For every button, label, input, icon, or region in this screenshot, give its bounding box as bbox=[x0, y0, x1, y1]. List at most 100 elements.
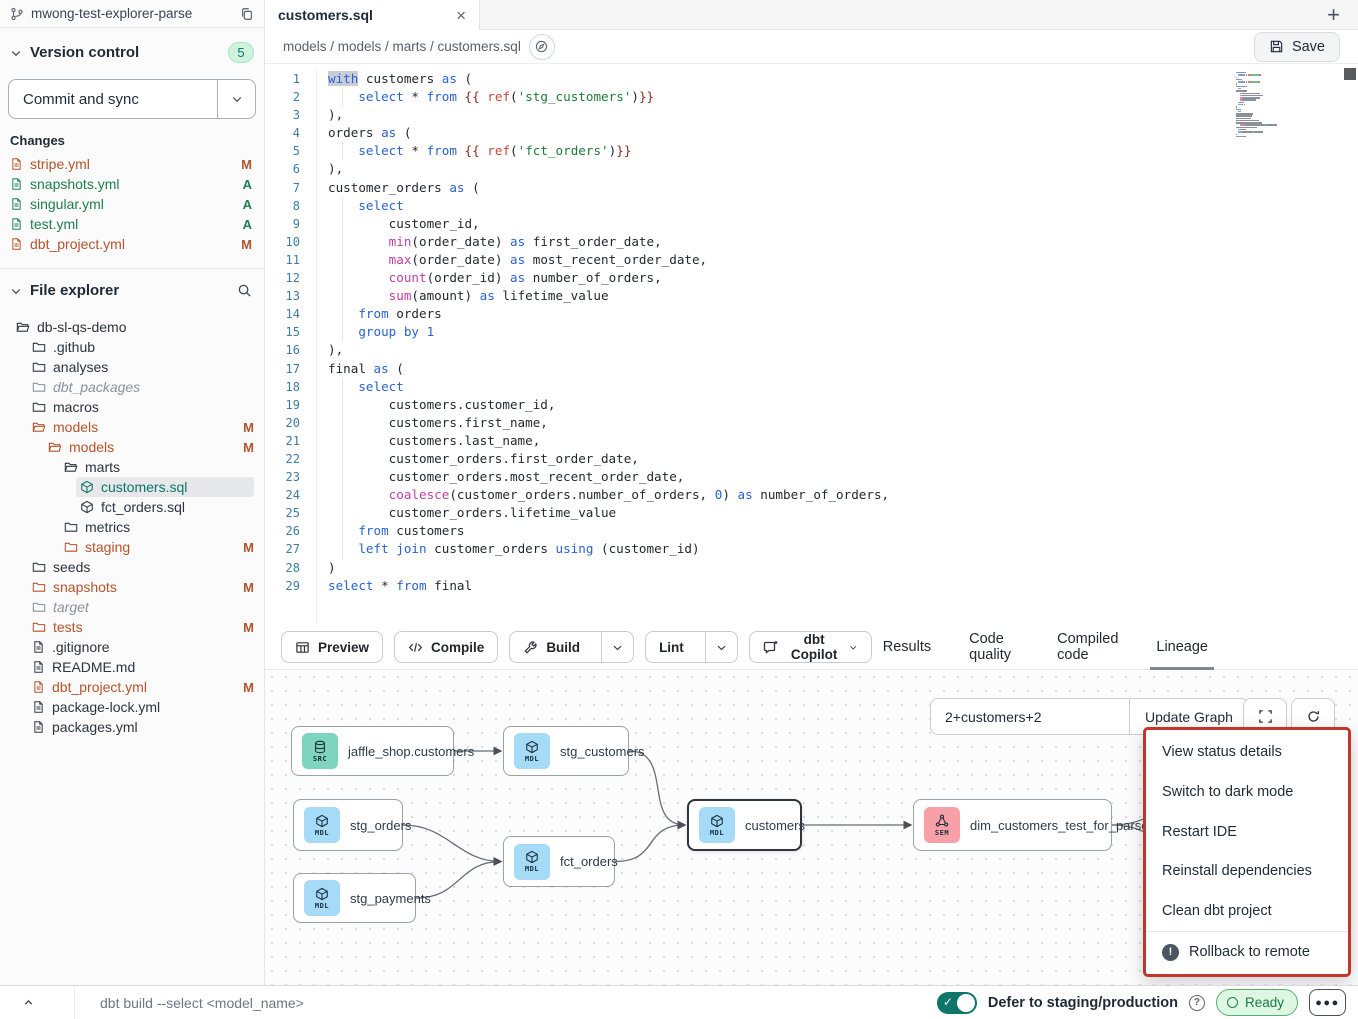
code-line[interactable]: customers.last_name, bbox=[328, 432, 1358, 450]
code-line[interactable]: customer_orders.first_order_date, bbox=[328, 450, 1358, 468]
tab-code-quality[interactable]: Code quality bbox=[969, 625, 1019, 669]
tree-item-seeds[interactable]: seeds bbox=[0, 557, 264, 577]
tree-item-package-lock-yml[interactable]: package-lock.yml bbox=[0, 697, 264, 717]
change-item[interactable]: dbt_project.yml M bbox=[0, 234, 264, 254]
lineage-node-stg_orders[interactable]: MDL stg_orders bbox=[293, 799, 403, 851]
lint-button-main[interactable]: Lint bbox=[646, 632, 697, 662]
lint-dropdown-chevron[interactable] bbox=[705, 632, 737, 662]
code-line[interactable]: from orders bbox=[328, 305, 1358, 323]
menu-item-switch-to-dark-mode[interactable]: Switch to dark mode bbox=[1146, 772, 1348, 812]
copy-icon[interactable] bbox=[240, 7, 254, 21]
new-tab-button[interactable]: + bbox=[1327, 2, 1340, 28]
lineage-node-jaffle[interactable]: SRC jaffle_shop.customers bbox=[291, 726, 454, 776]
menu-item-view-status-details[interactable]: View status details bbox=[1146, 732, 1348, 772]
tree-item-metrics[interactable]: metrics bbox=[0, 517, 264, 537]
tree-item-models[interactable]: models M bbox=[0, 437, 264, 457]
lineage-selector-input[interactable]: 2+customers+2 bbox=[931, 699, 1129, 734]
close-icon[interactable]: × bbox=[456, 7, 466, 24]
tree-item-readme-md[interactable]: README.md bbox=[0, 657, 264, 677]
code-line[interactable]: ) bbox=[328, 559, 1358, 577]
code-line[interactable]: customer_orders.most_recent_order_date, bbox=[328, 468, 1358, 486]
save-button[interactable]: Save bbox=[1254, 32, 1340, 62]
tree-item-staging[interactable]: staging M bbox=[0, 537, 264, 557]
scrollbar-thumb[interactable] bbox=[1344, 68, 1356, 80]
lineage-node-dim_customers[interactable]: SEM dim_customers_test_for_parse bbox=[913, 799, 1112, 851]
tree-item-snapshots[interactable]: snapshots M bbox=[0, 577, 264, 597]
tree-item-db-sl-qs-demo[interactable]: db-sl-qs-demo bbox=[0, 317, 264, 337]
code-area[interactable]: with customers as ( select * from {{ ref… bbox=[317, 70, 1358, 625]
tab-lineage[interactable]: Lineage bbox=[1156, 625, 1208, 669]
code-line[interactable]: select * from {{ ref('stg_customers')}} bbox=[328, 88, 1358, 106]
preview-button[interactable]: Preview bbox=[281, 631, 383, 663]
code-line[interactable]: sum(amount) as lifetime_value bbox=[328, 287, 1358, 305]
code-line[interactable]: select bbox=[328, 378, 1358, 396]
menu-item-clean-dbt-project[interactable]: Clean dbt project bbox=[1146, 891, 1348, 931]
help-icon[interactable]: ? bbox=[1189, 995, 1205, 1011]
code-line[interactable]: max(order_date) as most_recent_order_dat… bbox=[328, 251, 1358, 269]
tree-item-packages-yml[interactable]: packages.yml bbox=[0, 717, 264, 737]
change-item[interactable]: singular.yml A bbox=[0, 194, 264, 214]
tree-item-macros[interactable]: macros bbox=[0, 397, 264, 417]
code-line[interactable]: customers.first_name, bbox=[328, 414, 1358, 432]
code-line[interactable]: left join customer_orders using (custome… bbox=[328, 540, 1358, 558]
lineage-node-stg_payments[interactable]: MDL stg_payments bbox=[293, 873, 416, 923]
change-item[interactable]: snapshots.yml A bbox=[0, 174, 264, 194]
tree-item--github[interactable]: .github bbox=[0, 337, 264, 357]
lineage-node-stg_customers[interactable]: MDL stg_customers bbox=[503, 726, 629, 776]
tree-item-models[interactable]: models M bbox=[0, 417, 264, 437]
code-line[interactable]: from customers bbox=[328, 522, 1358, 540]
code-line[interactable]: ), bbox=[328, 341, 1358, 359]
code-line[interactable]: coalesce(customer_orders.number_of_order… bbox=[328, 486, 1358, 504]
code-line[interactable]: with customers as ( bbox=[328, 70, 1358, 88]
commit-dropdown-chevron[interactable] bbox=[217, 80, 255, 118]
search-icon[interactable] bbox=[237, 283, 252, 298]
tab-results[interactable]: Results bbox=[883, 625, 931, 669]
code-line[interactable]: customer_orders.lifetime_value bbox=[328, 504, 1358, 522]
compass-icon[interactable] bbox=[529, 34, 555, 60]
tab-compiled-code[interactable]: Compiled code bbox=[1057, 625, 1118, 669]
lineage-node-fct_orders[interactable]: MDL fct_orders bbox=[503, 836, 615, 887]
tree-item--gitignore[interactable]: .gitignore bbox=[0, 637, 264, 657]
dbt-copilot-button[interactable]: dbt Copilot bbox=[749, 631, 872, 663]
chevron-down-icon[interactable] bbox=[10, 47, 22, 59]
code-line[interactable]: final as ( bbox=[328, 360, 1358, 378]
tree-item-fct-orders-sql[interactable]: fct_orders.sql bbox=[0, 497, 264, 517]
change-item[interactable]: test.yml A bbox=[0, 214, 264, 234]
minimap[interactable] bbox=[1236, 72, 1292, 138]
more-options-button[interactable]: ●●● bbox=[1309, 989, 1346, 1016]
compile-button[interactable]: Compile bbox=[394, 631, 498, 663]
menu-item-restart-ide[interactable]: Restart IDE bbox=[1146, 812, 1348, 852]
code-line[interactable]: select * from {{ ref('fct_orders')}} bbox=[328, 142, 1358, 160]
lineage-canvas[interactable]: SRC jaffle_shop.customers MDL stg_custom… bbox=[265, 670, 1358, 985]
commit-and-sync-button[interactable]: Commit and sync bbox=[8, 79, 256, 119]
defer-toggle[interactable]: ✓ bbox=[937, 992, 977, 1014]
code-line[interactable]: ), bbox=[328, 160, 1358, 178]
chevron-down-icon[interactable] bbox=[10, 285, 22, 297]
tree-item-dbt-packages[interactable]: dbt_packages bbox=[0, 377, 264, 397]
lineage-node-customers[interactable]: MDL customers bbox=[687, 799, 802, 851]
tree-item-analyses[interactable]: analyses bbox=[0, 357, 264, 377]
copilot-dropdown-chevron[interactable] bbox=[849, 642, 857, 653]
code-line[interactable]: customer_orders as ( bbox=[328, 179, 1358, 197]
build-dropdown-chevron[interactable] bbox=[601, 632, 633, 662]
code-line[interactable]: customer_id, bbox=[328, 215, 1358, 233]
change-item[interactable]: stripe.yml M bbox=[0, 154, 264, 174]
code-line[interactable]: count(order_id) as number_of_orders, bbox=[328, 269, 1358, 287]
code-line[interactable]: customers.customer_id, bbox=[328, 396, 1358, 414]
tree-item-target[interactable]: target bbox=[0, 597, 264, 617]
code-line[interactable]: group by 1 bbox=[328, 323, 1358, 341]
code-line[interactable]: select * from final bbox=[328, 577, 1358, 595]
tree-item-dbt-project-yml[interactable]: dbt_project.yml M bbox=[0, 677, 264, 697]
tree-item-customers-sql[interactable]: customers.sql bbox=[0, 477, 264, 497]
menu-item-reinstall-dependencies[interactable]: Reinstall dependencies bbox=[1146, 852, 1348, 892]
build-button-main[interactable]: Build bbox=[510, 632, 593, 662]
code-line[interactable]: select bbox=[328, 197, 1358, 215]
code-line[interactable]: orders as ( bbox=[328, 124, 1358, 142]
expand-panel-button[interactable] bbox=[0, 986, 75, 1019]
tab-customers-sql[interactable]: customers.sql × bbox=[265, 0, 480, 30]
code-line[interactable]: min(order_date) as first_order_date, bbox=[328, 233, 1358, 251]
menu-item-rollback-to-remote[interactable]: !Rollback to remote bbox=[1146, 932, 1348, 972]
code-editor[interactable]: 1234567891011121314151617181920212223242… bbox=[265, 64, 1358, 625]
code-line[interactable]: ), bbox=[328, 106, 1358, 124]
tree-item-tests[interactable]: tests M bbox=[0, 617, 264, 637]
